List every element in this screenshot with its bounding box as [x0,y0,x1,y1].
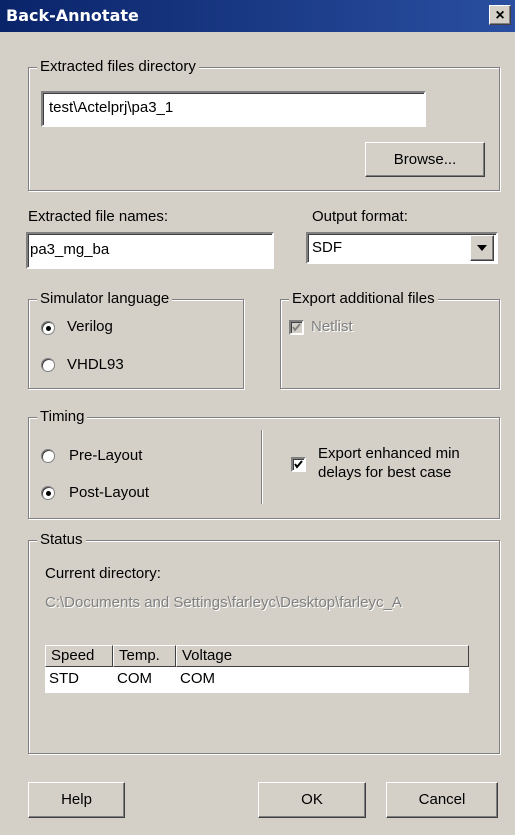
dropdown-button[interactable] [470,235,494,261]
col-header-voltage[interactable]: Voltage [176,645,469,667]
file-names-input[interactable]: pa3_mg_ba [26,232,274,269]
radio-selected-dot [46,491,51,496]
help-button-label: Help [61,791,92,808]
cell-voltage: COM [180,670,215,687]
output-format-select[interactable]: SDF [306,232,498,264]
output-format-value: SDF [312,239,342,256]
timing-legend: Timing [37,408,88,426]
title-bar: Back-Annotate × [0,0,515,32]
netlist-label: Netlist [311,318,353,335]
col-header-speed[interactable]: Speed [45,645,113,667]
checkmark-icon [292,323,301,332]
col-header-temp[interactable]: Temp. [113,645,176,667]
browse-button[interactable]: Browse... [365,142,485,177]
radio-pre-layout[interactable] [41,449,55,463]
cancel-button-label: Cancel [418,791,466,808]
export-additional-group: Export additional files Netlist [280,290,500,389]
radio-verilog-label[interactable]: Verilog [67,318,113,335]
help-button[interactable]: Help [28,782,125,818]
window-title: Back-Annotate [6,6,139,25]
extracted-dir-legend: Extracted files directory [37,58,199,76]
cell-speed: STD [49,670,79,687]
status-group: Status Current directory: C:\Documents a… [28,531,500,754]
browse-button-label: Browse... [393,151,457,168]
extracted-dir-group: Extracted files directory test\Actelprj\… [28,58,500,191]
export-additional-legend: Export additional files [289,290,438,308]
radio-verilog[interactable] [41,321,55,335]
enhanced-delays-label-line2[interactable]: delays for best case [318,464,451,481]
status-table: Speed Temp. Voltage STD COM COM [45,645,469,693]
chevron-down-icon [477,245,487,251]
enhanced-delays-label-line1[interactable]: Export enhanced min [318,445,460,462]
close-button[interactable]: × [489,5,511,25]
timing-group: Timing Pre-Layout Post-Layout Export enh… [28,408,500,519]
ok-button[interactable]: OK [258,782,366,818]
status-legend: Status [37,531,86,549]
radio-vhdl93-label[interactable]: VHDL93 [67,356,124,373]
cancel-button[interactable]: Cancel [386,782,498,818]
radio-post-layout-label[interactable]: Post-Layout [69,484,149,501]
file-names-label: Extracted file names: [28,208,169,225]
radio-post-layout[interactable] [41,486,55,500]
extracted-dir-input[interactable]: test\Actelprj\pa3_1 [41,91,426,127]
close-icon: × [495,7,505,24]
cell-temp: COM [117,670,152,687]
timing-separator [261,430,263,504]
radio-pre-layout-label[interactable]: Pre-Layout [69,447,142,464]
current-dir-label: Current directory: [45,565,161,582]
ok-button-label: OK [301,791,323,808]
simulator-language-group: Simulator language Verilog VHDL93 [28,290,244,389]
output-format-label: Output format: [312,208,408,225]
current-dir-value: C:\Documents and Settings\farleyc\Deskto… [45,594,402,611]
extracted-dir-value: test\Actelprj\pa3_1 [49,99,174,116]
file-names-value: pa3_mg_ba [30,241,110,258]
netlist-checkbox[interactable] [289,320,304,335]
radio-selected-dot [46,326,51,331]
simulator-language-legend: Simulator language [37,290,173,308]
checkmark-icon [294,460,303,469]
radio-vhdl93[interactable] [41,358,55,372]
enhanced-delays-checkbox[interactable] [291,457,306,472]
